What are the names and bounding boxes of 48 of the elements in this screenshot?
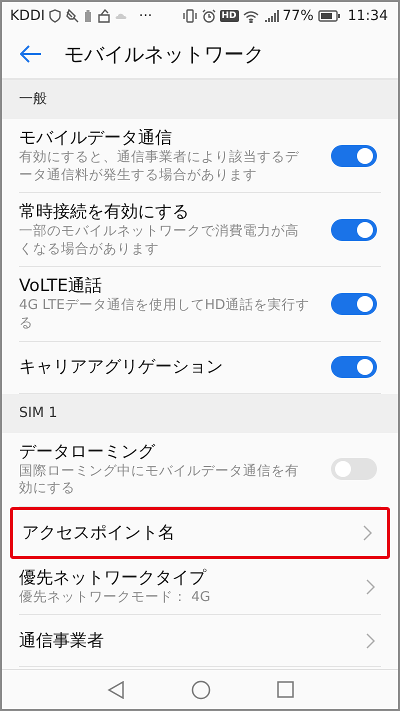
back-nav-button[interactable] bbox=[106, 680, 124, 698]
setting-title: キャリアアグリゲーション bbox=[19, 356, 223, 378]
battery-icon bbox=[318, 10, 340, 22]
setting-row[interactable]: データローミング 国際ローミング中にモバイルデータ通信を有効にする bbox=[19, 432, 381, 507]
setting-description: 4G LTEデータ通信を使用してHD通話を実行する bbox=[19, 297, 310, 333]
battery-percent: 77% bbox=[282, 6, 314, 26]
setting-row[interactable]: 通信事業者 bbox=[19, 615, 381, 668]
chevron-icon bbox=[366, 632, 375, 649]
section-header: 一般 bbox=[2, 80, 398, 119]
setting-title: モバイルデータ通信 bbox=[19, 127, 173, 150]
setting-row[interactable]: アクセスポイント名 bbox=[10, 506, 390, 559]
vibrate-icon bbox=[182, 9, 198, 23]
setting-title: 通信事業者 bbox=[19, 630, 104, 652]
setting-row[interactable]: VoLTE通話 4G LTEデータ通信を使用してHD通話を実行する bbox=[19, 267, 381, 342]
wifi-icon bbox=[242, 10, 259, 22]
setting-row[interactable]: モバイルデータ通信 有効にすると、通信事業者により該当するデータ通信料が発生する場合があります bbox=[19, 119, 381, 194]
setting-title: 優先ネットワークタイプ bbox=[19, 566, 208, 589]
setting-description: 優先ネットワークモード： 4G bbox=[19, 588, 212, 606]
screen-title: モバイルネットワーク bbox=[64, 41, 264, 68]
setting-row[interactable]: 優先ネットワークタイプ 優先ネットワークモード： 4G bbox=[19, 558, 381, 616]
chevron-icon bbox=[366, 578, 375, 595]
signal-icon bbox=[262, 9, 279, 23]
shield-icon bbox=[48, 9, 61, 23]
more-indicator: ··· bbox=[138, 6, 152, 26]
toggle-switch[interactable] bbox=[331, 144, 377, 167]
setting-description: 国際ローミング中にモバイルデータ通信を有効にする bbox=[19, 462, 300, 498]
setting-title: アクセスポイント名 bbox=[22, 522, 175, 544]
setting-description: 一部のモバイルネットワークで消費電力が高くなる場合があります bbox=[19, 223, 300, 258]
back-button[interactable] bbox=[20, 45, 42, 63]
setting-description: 有効にすると、通信事業者により該当するデータ通信料が発生する場合があります bbox=[19, 149, 300, 184]
battery-saver-icon bbox=[82, 9, 93, 23]
setting-title: 常時接続を有効にする bbox=[19, 201, 190, 224]
home-button[interactable] bbox=[190, 680, 210, 700]
toggle-switch[interactable] bbox=[331, 292, 377, 315]
recents-button[interactable] bbox=[276, 681, 294, 698]
setting-title: データローミング bbox=[19, 440, 156, 463]
toggle-switch[interactable] bbox=[331, 356, 377, 378]
cloud-icon bbox=[114, 11, 127, 21]
clock: 11:34 bbox=[348, 6, 388, 26]
section-header: SIM 1 bbox=[2, 394, 398, 433]
toggle-switch[interactable] bbox=[331, 218, 377, 241]
hd-badge: HD bbox=[220, 10, 239, 22]
chevron-icon bbox=[363, 524, 372, 541]
setting-title: VoLTE通話 bbox=[19, 275, 103, 298]
carrier-name: KDDI bbox=[10, 6, 45, 26]
alarm-icon bbox=[202, 9, 216, 23]
toggle-switch[interactable] bbox=[331, 458, 377, 480]
setting-row[interactable]: 常時接続を有効にする 一部のモバイルネットワークで消費電力が高くなる場合があります bbox=[19, 193, 381, 268]
